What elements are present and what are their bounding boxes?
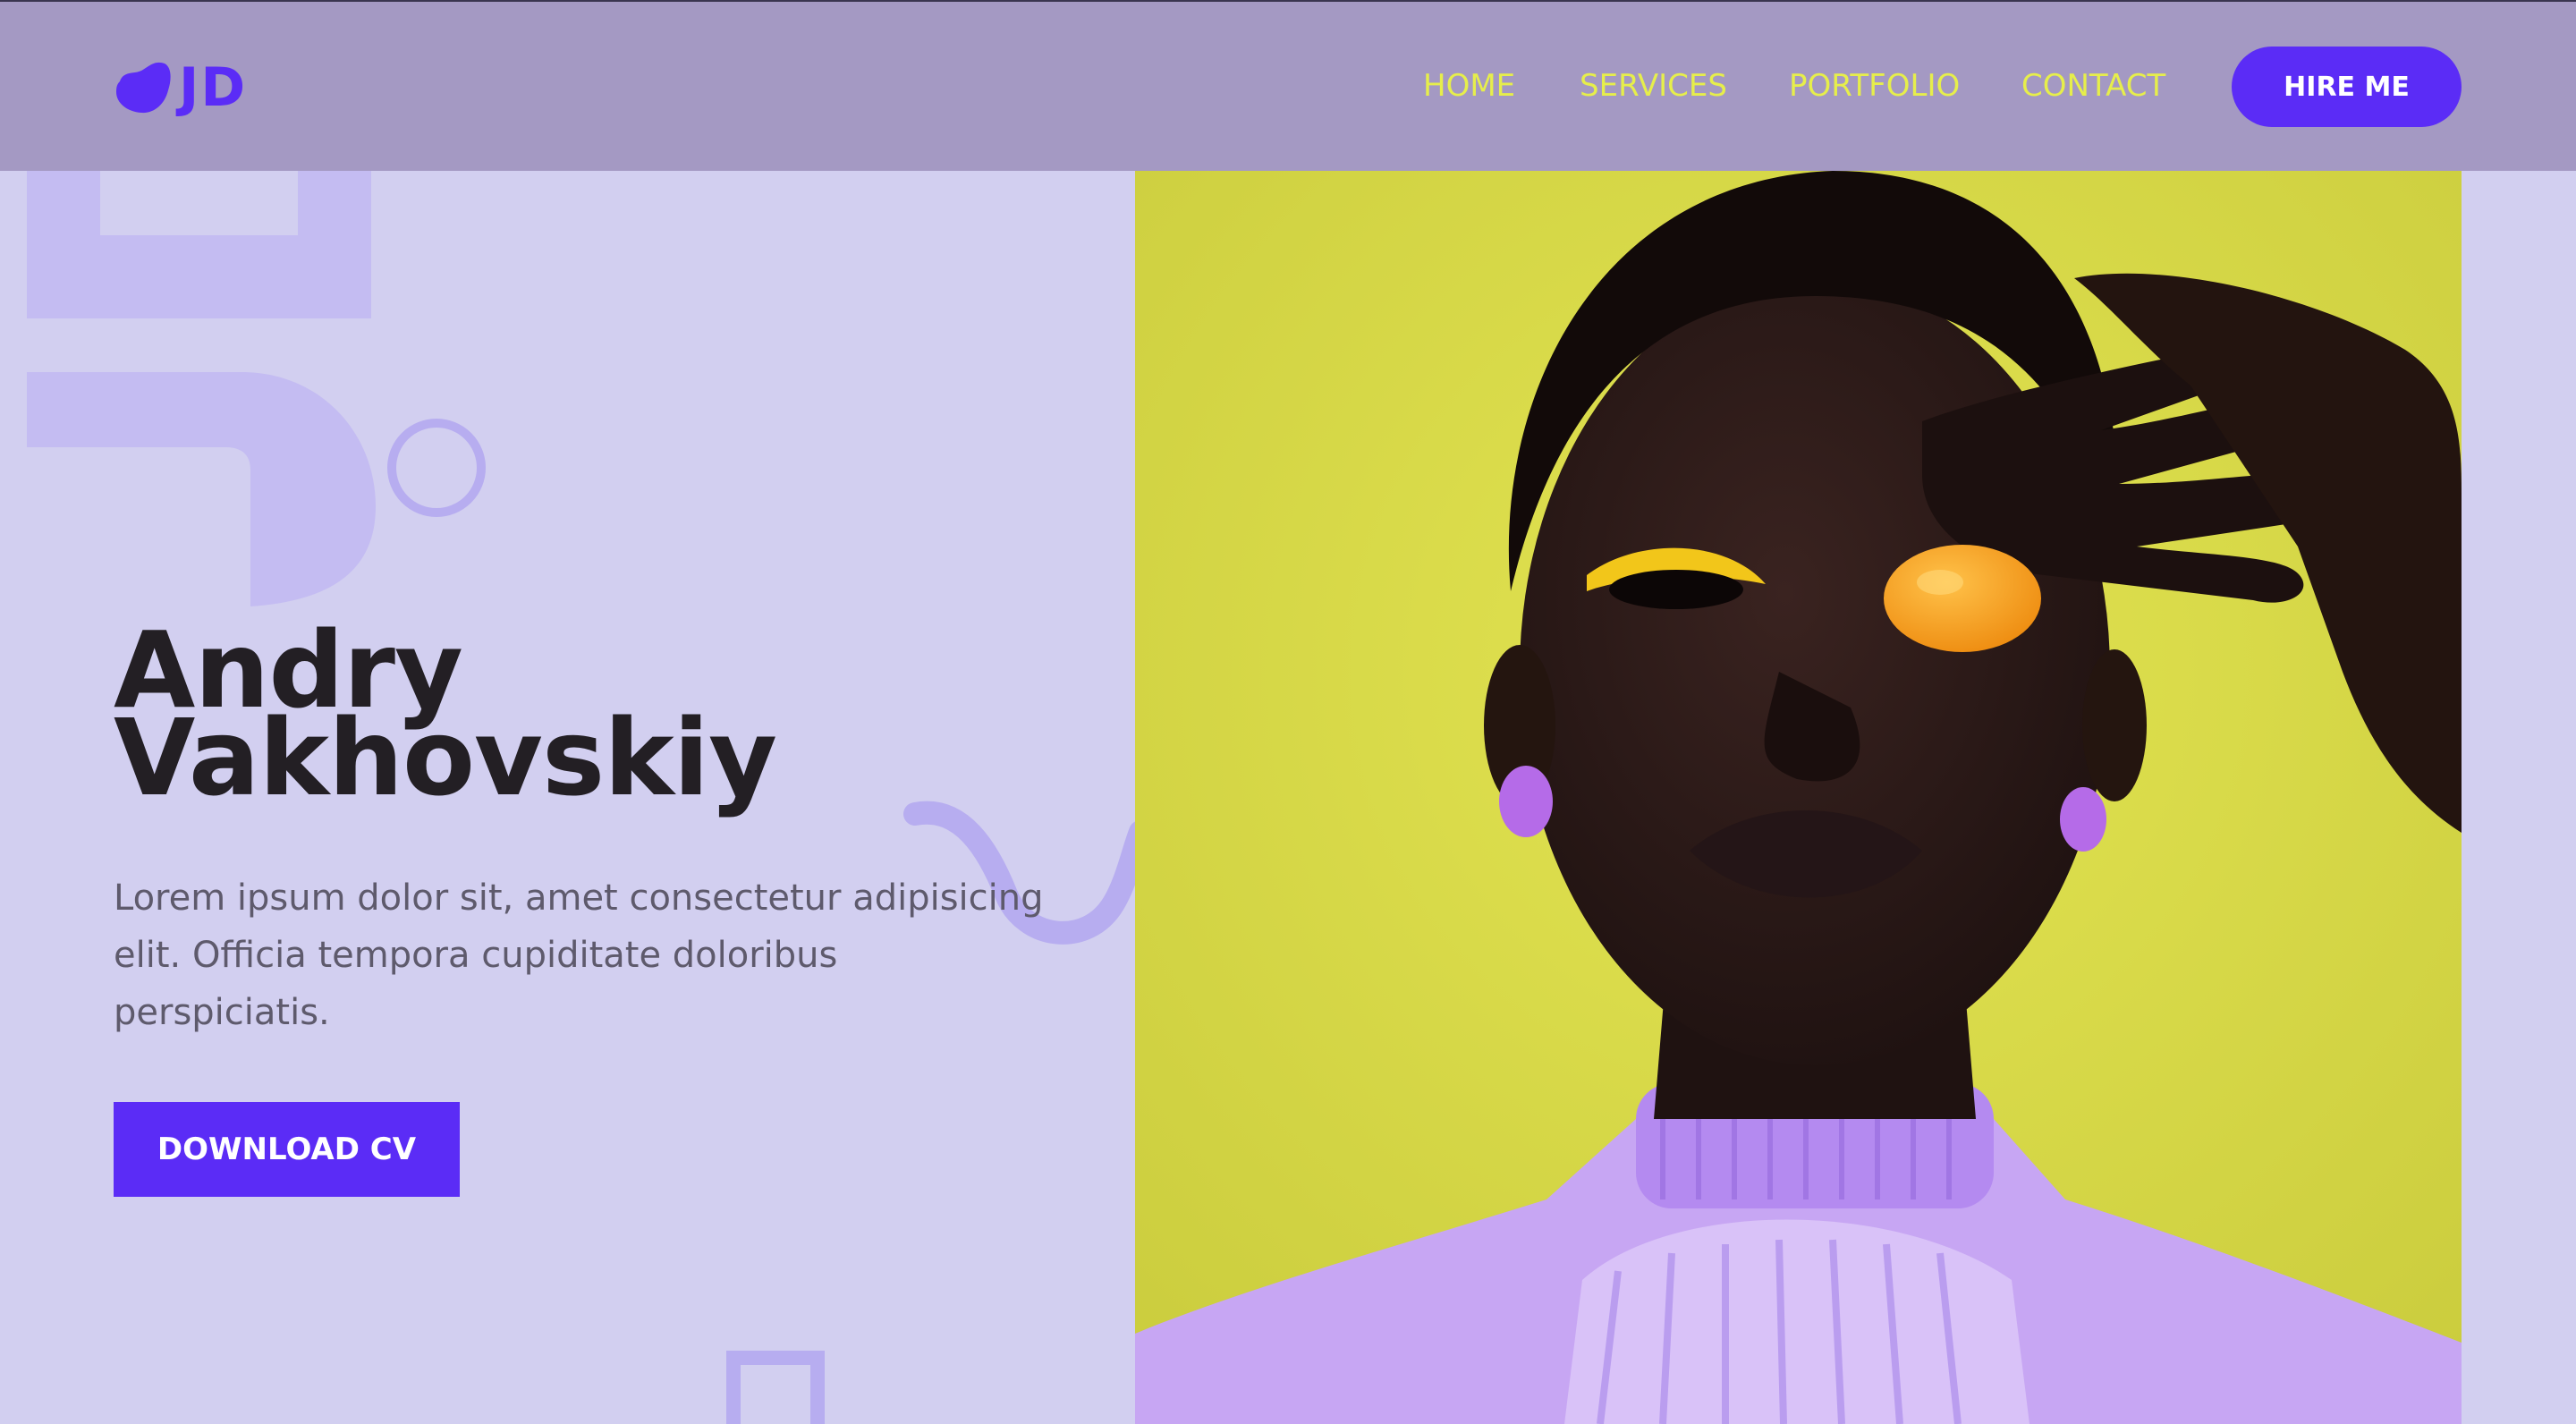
download-cv-button[interactable]: DOWNLOAD CV [114,1102,460,1197]
logo[interactable]: JD [114,61,247,114]
nav-portfolio-link[interactable]: PORTFOLIO [1789,68,1960,104]
square-outline-decoration [27,171,371,318]
hero-last-name: Vakhovskiy [114,696,777,819]
site-header: JD HOME SERVICES PORTFOLIO CONTACT HIRE … [0,0,2576,171]
nav-contact-link[interactable]: CONTACT [2021,68,2165,104]
nav-home-link[interactable]: HOME [1423,68,1515,104]
hero-name: Andry Vakhovskiy [114,617,1008,819]
hook-shape-decoration [27,372,376,606]
blob-logo-icon [116,62,171,114]
hire-me-button[interactable]: HIRE ME [2232,47,2462,127]
logo-text: JD [179,56,248,119]
portrait-photo [1135,171,2462,1424]
square-outline-bottom-decoration [726,1351,825,1424]
nav-services-link[interactable]: SERVICES [1580,68,1727,104]
hero-description: Lorem ipsum dolor sit, amet consectetur … [114,877,1044,1033]
ring-decoration [387,419,486,517]
